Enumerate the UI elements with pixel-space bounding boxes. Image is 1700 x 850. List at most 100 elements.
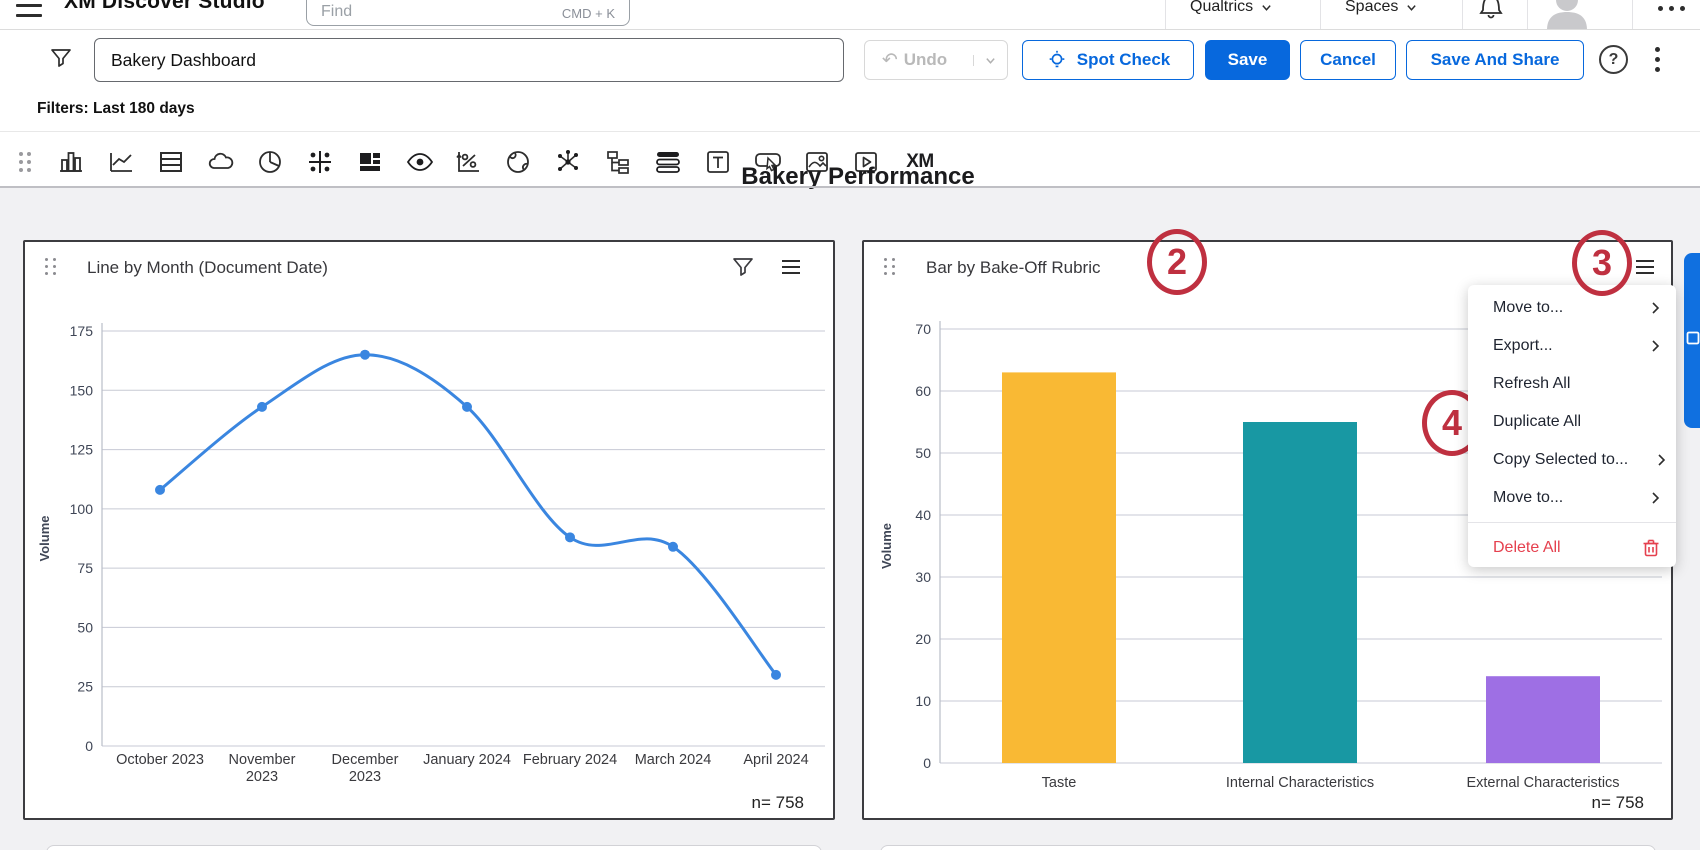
global-search-input[interactable]: Find CMD + K: [306, 0, 630, 26]
widget-menu-icon[interactable]: [779, 255, 803, 279]
widget-filter-icon[interactable]: [731, 255, 755, 279]
notifications-bell-icon[interactable]: [1479, 0, 1503, 20]
menu-item-duplicate-all[interactable]: Duplicate All: [1468, 403, 1676, 441]
topbar-separator: [1527, 0, 1528, 30]
trash-icon: [1642, 538, 1660, 558]
line-chart-widget-icon[interactable]: [104, 145, 138, 179]
spot-check-label: Spot Check: [1077, 50, 1171, 70]
filter-funnel-icon[interactable]: [49, 46, 73, 70]
line-widget-title: Line by Month (Document Date): [87, 258, 328, 278]
user-avatar[interactable]: [1543, 0, 1591, 30]
undo-label: Undo: [904, 50, 947, 70]
word-cloud-widget-icon[interactable]: [204, 145, 238, 179]
svg-text:75: 75: [77, 560, 93, 576]
topbar-separator: [1632, 0, 1633, 30]
pie-chart-widget-icon[interactable]: [253, 145, 287, 179]
svg-text:Taste: Taste: [1042, 775, 1077, 791]
menu-separator: [1468, 522, 1676, 523]
menu-item-label: Refresh All: [1493, 375, 1570, 393]
hamburger-menu-icon[interactable]: [16, 0, 42, 24]
save-button[interactable]: Save: [1205, 40, 1290, 80]
menu-item-label: Move to...: [1493, 299, 1563, 317]
find-shortcut-hint: CMD + K: [562, 6, 615, 21]
svg-text:0: 0: [923, 755, 931, 771]
toolbar-divider: [0, 186, 1700, 188]
spot-check-button[interactable]: Spot Check: [1022, 40, 1194, 80]
save-and-share-label: Save And Share: [1431, 50, 1560, 70]
stacked-rows-widget-icon[interactable]: [651, 145, 685, 179]
svg-text:n= 758: n= 758: [752, 793, 804, 812]
widget-context-menu: Move to... Export... Refresh All Duplica…: [1468, 285, 1676, 567]
network-widget-icon[interactable]: [551, 145, 585, 179]
menu-item-copy-selected-to[interactable]: Copy Selected to...: [1468, 441, 1676, 479]
dashboard-name-input[interactable]: [94, 38, 844, 82]
svg-text:2023: 2023: [246, 769, 278, 785]
widget-menu-icon[interactable]: [1633, 255, 1657, 279]
chevron-down-icon: [1261, 2, 1272, 13]
cancel-label: Cancel: [1320, 50, 1376, 70]
svg-text:Internal Characteristics: Internal Characteristics: [1226, 775, 1374, 791]
svg-text:December: December: [332, 752, 399, 768]
svg-text:150: 150: [70, 382, 94, 398]
help-button[interactable]: ?: [1599, 45, 1628, 74]
menu-item-label: Delete All: [1493, 539, 1561, 557]
widget-drag-handle[interactable]: [45, 258, 57, 276]
preview-eye-icon[interactable]: [403, 145, 437, 179]
menu-item-delete-all[interactable]: Delete All: [1468, 529, 1676, 567]
app-title: XM Discover Studio: [64, 0, 265, 14]
menu-item-refresh-all[interactable]: Refresh All: [1468, 365, 1676, 403]
svg-text:20: 20: [915, 631, 931, 647]
filters-row: Filters: Last 180 days: [0, 88, 1700, 131]
svg-text:25: 25: [77, 679, 93, 695]
spaces-dropdown-label: Spaces: [1345, 0, 1398, 16]
next-row-widget-partial: [46, 845, 822, 850]
filters-label[interactable]: Filters: Last 180 days: [37, 100, 195, 118]
right-panel-flyout-tab[interactable]: [1684, 253, 1700, 428]
svg-text:2023: 2023: [349, 769, 381, 785]
panel-icon: [1686, 331, 1700, 345]
undo-icon: ↶: [882, 49, 898, 72]
spaces-dropdown[interactable]: Spaces: [1345, 0, 1417, 22]
svg-text:30: 30: [915, 569, 931, 585]
qualtrics-dropdown-label: Qualtrics: [1190, 0, 1253, 16]
line-chart-widget[interactable]: Line by Month (Document Date) 0255075100…: [23, 240, 835, 820]
menu-item-move-to-2[interactable]: Move to...: [1468, 479, 1676, 517]
bar-chart-widget-icon[interactable]: [54, 145, 88, 179]
annotation-step-2: 2: [1147, 229, 1207, 295]
svg-text:Volume: Volume: [879, 523, 894, 569]
menu-item-export[interactable]: Export...: [1468, 327, 1676, 365]
svg-text:125: 125: [70, 442, 94, 458]
submenu-chevron-icon: [1654, 453, 1668, 467]
line-widget-header: Line by Month (Document Date): [25, 242, 833, 288]
more-options-icon[interactable]: [1658, 6, 1685, 11]
layout-heatmap-widget-icon[interactable]: [353, 145, 387, 179]
submenu-chevron-icon: [1648, 491, 1662, 505]
topbar-separator: [1462, 0, 1463, 30]
map-globe-widget-icon[interactable]: [501, 145, 535, 179]
svg-text:100: 100: [70, 501, 94, 517]
metric-percent-widget-icon[interactable]: [451, 145, 485, 179]
qualtrics-dropdown[interactable]: Qualtrics: [1190, 0, 1272, 22]
toolbar-drag-handle-icon[interactable]: [8, 145, 42, 179]
undo-button[interactable]: ↶ Undo: [865, 49, 964, 72]
save-and-share-button[interactable]: Save And Share: [1406, 40, 1584, 80]
lightbulb-icon: [1046, 49, 1068, 71]
widget-drag-handle[interactable]: [884, 258, 896, 276]
scatter-plot-widget-icon[interactable]: [303, 145, 337, 179]
cancel-button[interactable]: Cancel: [1300, 40, 1396, 80]
line-chart[interactable]: 0255075100125150175Volumen= 758October 2…: [25, 292, 833, 820]
menu-item-move-to[interactable]: Move to...: [1468, 289, 1676, 327]
svg-text:April 2024: April 2024: [743, 752, 808, 768]
table-widget-icon[interactable]: [154, 145, 188, 179]
kebab-menu-icon[interactable]: [1655, 47, 1660, 72]
next-row-widget-partial: [880, 845, 1656, 850]
undo-history-dropdown[interactable]: [973, 55, 1007, 66]
undo-split-button[interactable]: ↶ Undo: [864, 40, 1008, 80]
submenu-chevron-icon: [1648, 301, 1662, 315]
hierarchy-tree-widget-icon[interactable]: [601, 145, 635, 179]
svg-text:40: 40: [915, 507, 931, 523]
top-bar: XM Discover Studio Find CMD + K Qualtric…: [0, 0, 1700, 30]
menu-item-label: Copy Selected to...: [1493, 451, 1628, 469]
menu-item-label: Duplicate All: [1493, 413, 1581, 431]
bar-widget-header: Bar by Bake-Off Rubric: [864, 242, 1671, 288]
